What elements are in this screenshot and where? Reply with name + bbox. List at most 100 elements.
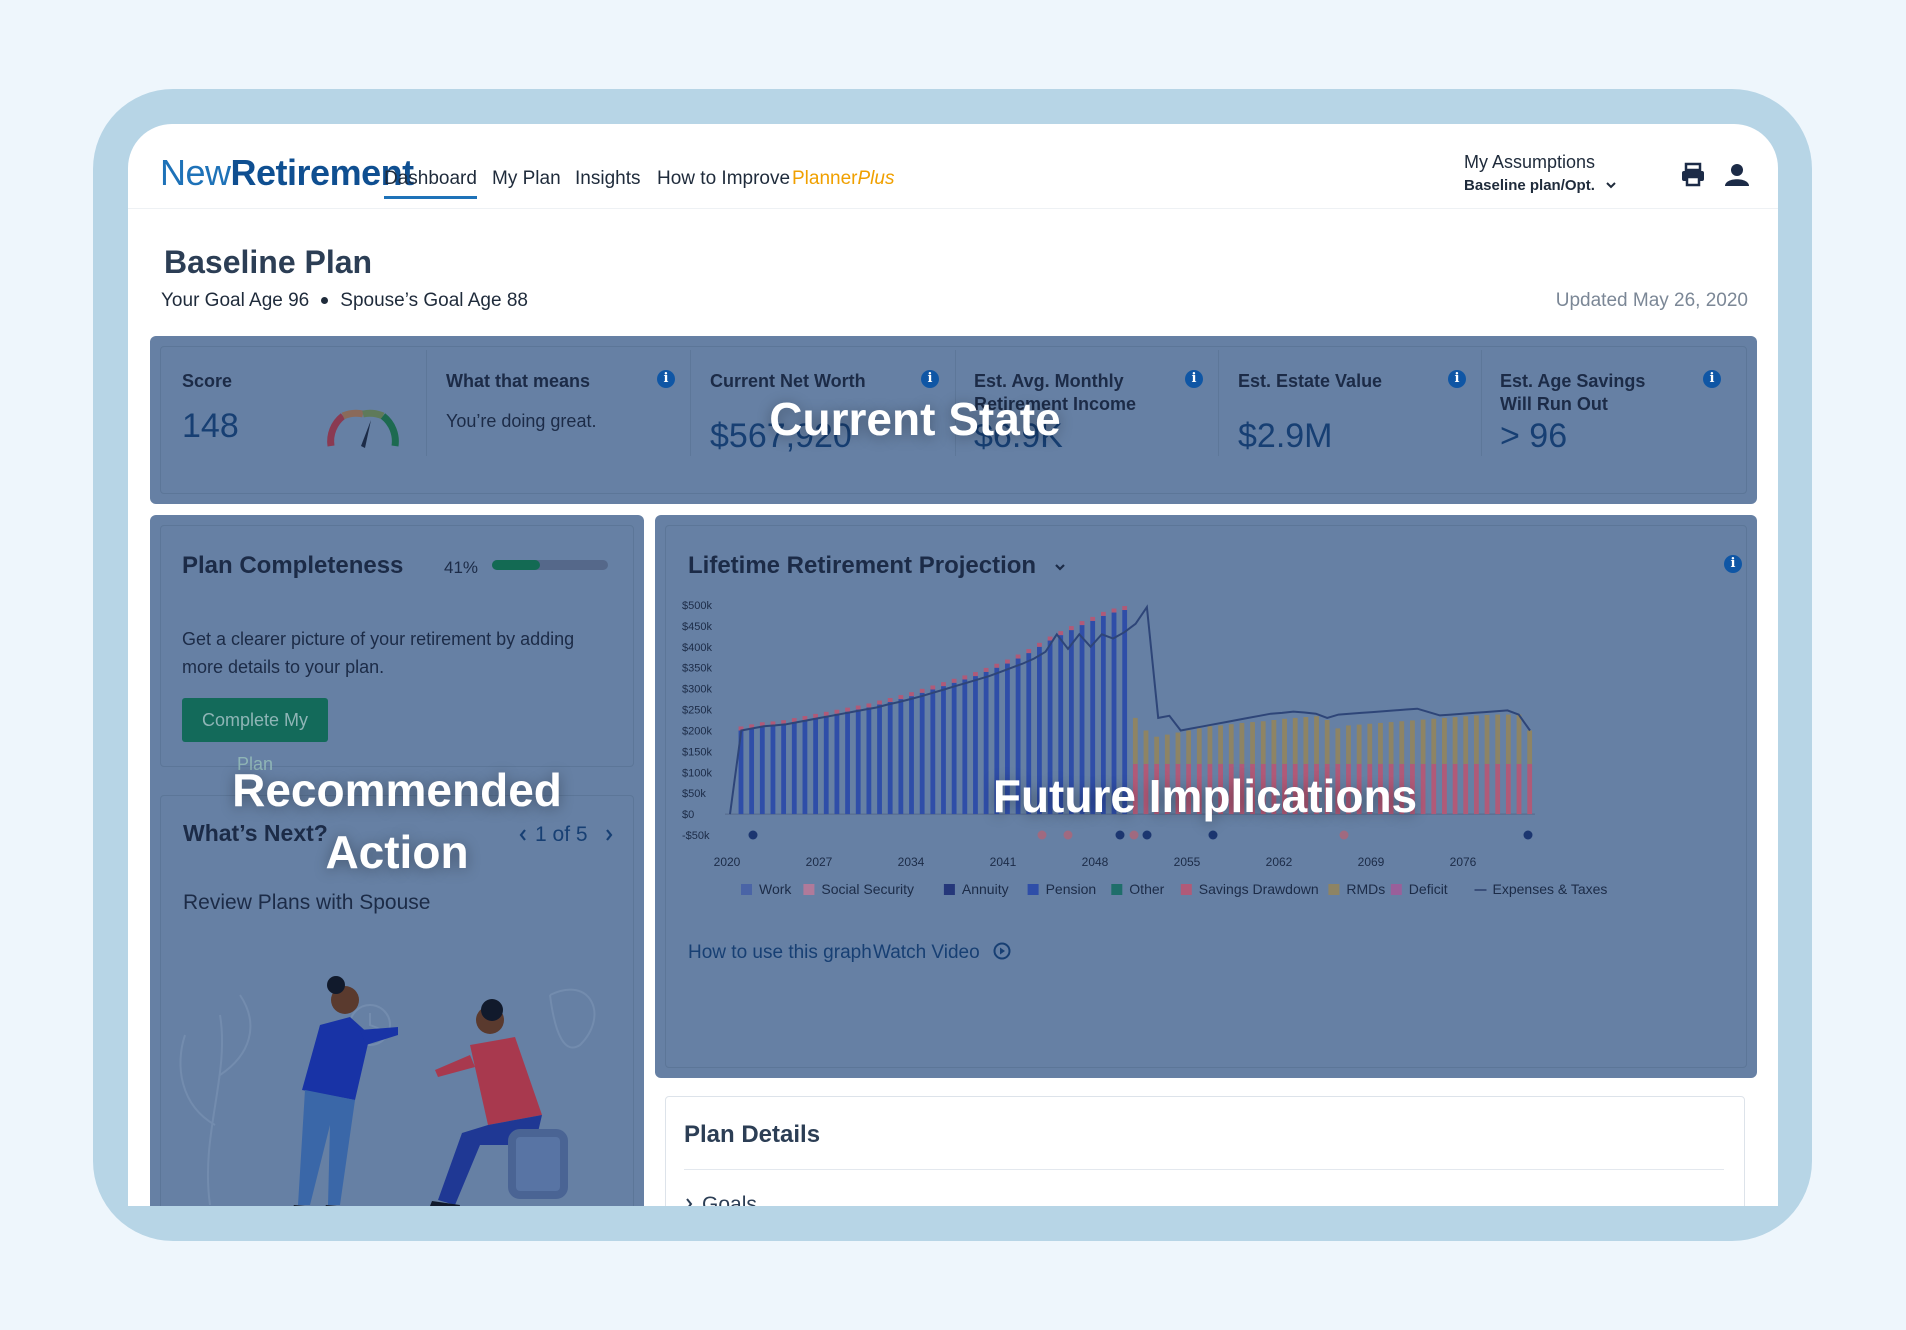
x-tick-label: 2048 [1082, 855, 1109, 869]
complete-my-plan-button[interactable]: Complete My Plan [182, 698, 328, 774]
bar-rmds [1473, 715, 1479, 764]
chevron-right-icon [686, 1198, 693, 1206]
bar-savings-drawdown [1122, 606, 1128, 611]
deficit-marker [1037, 830, 1047, 840]
y-tick-label: $250k [682, 705, 712, 717]
y-tick-label: $400k [682, 642, 712, 654]
legend-label: Social Security [821, 881, 914, 897]
info-icon[interactable]: i [921, 370, 939, 388]
bar-savings-drawdown [1100, 611, 1106, 616]
bar-savings-drawdown [866, 703, 872, 708]
bar-savings-drawdown [1026, 649, 1032, 654]
completeness-body: Get a clearer picture of your retirement… [182, 629, 575, 677]
bar-savings-drawdown [1047, 636, 1053, 641]
bar-savings-drawdown [962, 675, 968, 680]
bar-savings-drawdown [951, 678, 957, 683]
bar-savings-drawdown [823, 711, 829, 716]
bar-work [877, 704, 882, 815]
bar-rmds [1186, 730, 1192, 764]
legend-swatch [741, 884, 752, 895]
overlay-recommended-line2: Action [325, 826, 469, 878]
print-icon[interactable] [1680, 162, 1706, 188]
deficit-marker [748, 830, 758, 840]
overlay-recommended-action: Recommended Action [190, 759, 604, 883]
logo[interactable]: NewRetirement [160, 152, 414, 194]
bar-work [887, 702, 893, 815]
info-icon[interactable]: i [657, 370, 675, 388]
bar-rmds [1495, 714, 1501, 764]
divider [684, 1169, 1724, 1170]
bar-rmds [1143, 730, 1149, 764]
planner-plus-label: Plus [857, 168, 895, 189]
bar-work [759, 726, 765, 815]
bar-savings-drawdown [1463, 763, 1469, 815]
spouse-discussion-illustration [179, 976, 596, 1206]
bar-rmds [1303, 717, 1309, 764]
bar-work [749, 728, 755, 815]
bar-rmds [1175, 732, 1181, 764]
bar-savings-drawdown [1495, 763, 1501, 815]
x-tick-label: 2027 [806, 855, 833, 869]
watch-video-text: Watch Video [873, 942, 980, 963]
bar-savings-drawdown [877, 700, 882, 705]
watch-video-link[interactable]: Watch Video [873, 942, 1011, 964]
bar-rmds [1388, 722, 1394, 764]
x-tick-label: 2041 [990, 855, 1017, 869]
completeness-progress-fill [492, 560, 540, 570]
bar-rmds [1410, 720, 1415, 764]
x-tick-label: 2034 [898, 855, 925, 869]
chevron-right-icon[interactable] [604, 828, 614, 842]
metric-divider [426, 350, 427, 456]
info-icon[interactable]: i [1448, 370, 1466, 388]
bar-rmds [1505, 714, 1511, 764]
score-value: 148 [182, 407, 239, 445]
nav-how-to-improve[interactable]: How to Improve [657, 168, 790, 190]
estate-value-metric: Est. Estate Value $2.9M [1238, 370, 1382, 456]
bar-rmds [1164, 734, 1170, 764]
how-to-use-graph-link[interactable]: How to use this graph [688, 942, 872, 964]
user-icon[interactable] [1724, 162, 1750, 188]
legend-label: Other [1129, 881, 1164, 897]
info-icon[interactable]: i [1185, 370, 1203, 388]
y-tick-label: $350k [682, 663, 712, 675]
bar-work [941, 686, 946, 815]
legend-label: Annuity [962, 881, 1009, 897]
income-label-line1: Est. Avg. Monthly [974, 371, 1124, 391]
goal-ages: Your Goal Age 96 Spouse’s Goal Age 88 [161, 290, 528, 312]
legend-swatch [943, 884, 955, 895]
nav-planner-plus[interactable]: PlannerPlus [792, 168, 894, 190]
bar-work [930, 689, 936, 815]
bar-savings-drawdown [1037, 642, 1042, 647]
deficit-marker [1129, 830, 1139, 840]
x-tick-label: 2020 [714, 855, 741, 869]
overlay-future-implications: Future Implications [992, 770, 1418, 822]
planner-label: Planner [792, 168, 858, 189]
bar-rmds [1367, 723, 1373, 764]
plan-details-item-goals[interactable]: Goals [684, 1193, 757, 1206]
savings-label-line1: Est. Age Savings [1500, 371, 1646, 391]
metric-divider [1218, 350, 1219, 456]
nav-dashboard[interactable]: Dashboard [384, 168, 477, 199]
legend-label: Deficit [1409, 881, 1448, 897]
assumptions-title: My Assumptions [1464, 152, 1596, 172]
bar-rmds [1196, 728, 1202, 764]
x-tick-label: 2076 [1450, 855, 1477, 869]
info-icon[interactable]: i [1703, 370, 1721, 388]
bar-work [898, 699, 904, 815]
bar-savings-drawdown [845, 707, 850, 712]
bar-savings-drawdown [1473, 763, 1479, 815]
bar-savings-drawdown [1505, 763, 1511, 815]
legend-swatch [1180, 884, 1192, 895]
bar-work [791, 722, 797, 815]
bar-rmds [1356, 724, 1362, 764]
projection-chart: $500k $450k $400k $350k $300k $250k $200k $150k… [682, 600, 1607, 897]
page-title: Baseline Plan [164, 244, 373, 280]
recommended-action-panel: Plan Completeness 41% Get a clearer pict… [150, 515, 644, 1206]
bar-rmds [1420, 719, 1426, 764]
nav-my-plan[interactable]: My Plan [492, 168, 561, 190]
assumptions-selector[interactable]: My Assumptions Baseline plan/Opt. [1464, 152, 1617, 194]
y-tick-label: $500k [682, 600, 712, 612]
legend-label: Savings Drawdown [1199, 881, 1319, 897]
nav-insights[interactable]: Insights [575, 168, 640, 190]
bar-rmds [1250, 722, 1255, 764]
